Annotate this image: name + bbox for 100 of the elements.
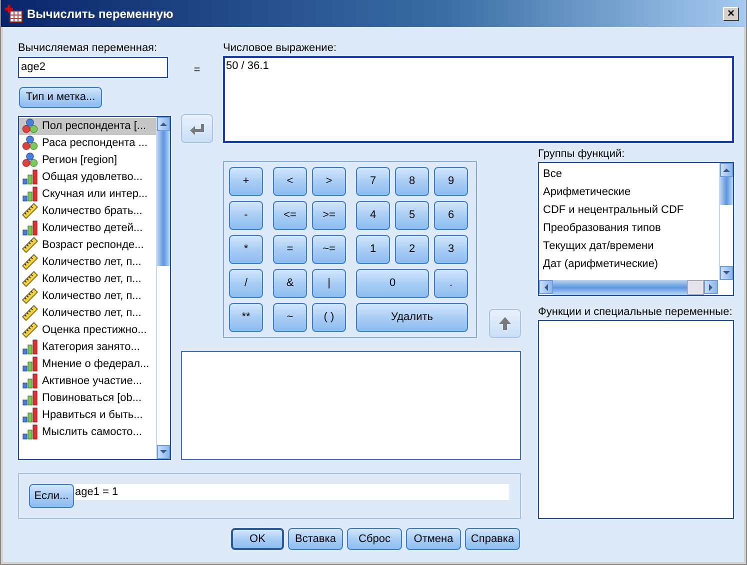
scroll-thumb[interactable]	[720, 177, 733, 205]
scroll-thumb[interactable]	[687, 280, 704, 295]
keypad-button[interactable]: .	[434, 269, 468, 298]
keypad-button[interactable]: 2	[395, 235, 429, 264]
keypad-button[interactable]: ( )	[312, 303, 346, 332]
function-group-item[interactable]: CDF и нецентральный CDF	[539, 201, 719, 219]
ordinal-bars-icon	[22, 339, 38, 355]
keypad-button[interactable]: +	[229, 167, 263, 196]
scroll-thumb[interactable]	[157, 130, 170, 266]
close-button[interactable]: ×	[723, 6, 739, 20]
ruler-icon	[22, 203, 38, 219]
scroll-left-icon	[543, 282, 549, 292]
ordinal-bars-icon	[22, 373, 38, 389]
function-group-item[interactable]: Преобразования типов	[539, 219, 719, 237]
horizontal-scroll-bar[interactable]	[539, 280, 718, 295]
variable-item[interactable]: Количество лет, п...	[19, 270, 156, 288]
variable-item[interactable]: Общая удовлетво...	[19, 168, 156, 186]
variable-item[interactable]: Раса респондента ...	[19, 134, 156, 152]
keypad-button[interactable]: Удалить	[356, 303, 468, 332]
ordinal-bars-icon	[22, 356, 38, 372]
keypad-button[interactable]: =	[273, 235, 307, 264]
variable-item[interactable]: Количество лет, п...	[19, 254, 156, 270]
keypad-button[interactable]: 9	[434, 167, 468, 196]
variable-item[interactable]: Количество брать...	[19, 202, 156, 220]
scroll-bar[interactable]	[719, 163, 733, 280]
dialog-button[interactable]: Сброс	[347, 528, 402, 550]
variable-item[interactable]: Нравиться и быть...	[19, 406, 156, 424]
keypad-button[interactable]: |	[312, 269, 346, 298]
dialog-button[interactable]: Отмена	[406, 528, 461, 550]
ordinal-bars-icon	[22, 220, 38, 236]
variable-item[interactable]: Пол респондента [...	[19, 118, 156, 134]
dialog-button[interactable]: Справка	[465, 528, 520, 550]
keypad-button[interactable]: **	[229, 303, 263, 332]
keypad-button[interactable]: >	[312, 167, 346, 196]
ordinal-bars-icon	[22, 186, 38, 202]
variable-item[interactable]: Мыслить самосто...	[19, 424, 156, 440]
ruler-icon	[22, 322, 38, 338]
keypad-button[interactable]: 1	[356, 235, 390, 264]
function-group-item[interactable]: Все	[539, 165, 719, 183]
condition-field[interactable]: age1 = 1	[74, 484, 509, 500]
scroll-bar[interactable]	[156, 116, 170, 459]
expression-field[interactable]: 50 / 36.1	[223, 56, 734, 143]
keypad-button[interactable]: &	[273, 269, 307, 298]
type-label-button[interactable]: Тип и метка...	[19, 86, 102, 108]
keypad-button[interactable]: ~=	[312, 235, 346, 264]
up-arrow-icon	[497, 316, 513, 332]
variable-item[interactable]: Количество детей...	[19, 220, 156, 236]
keypad-button[interactable]: 5	[395, 201, 429, 230]
variable-item[interactable]: Возраст респонде...	[19, 236, 156, 254]
scroll-up-icon	[722, 167, 731, 173]
ordinal-bars-icon	[22, 390, 38, 406]
ruler-icon	[22, 254, 38, 270]
variable-item[interactable]: Оценка престижно...	[19, 322, 156, 338]
variable-item[interactable]: Категория занято...	[19, 338, 156, 356]
keypad-button[interactable]: >=	[312, 201, 346, 230]
keypad-button[interactable]: <=	[273, 201, 307, 230]
variable-item[interactable]: Повиноваться [ob...	[19, 390, 156, 406]
keypad-button[interactable]: 8	[395, 167, 429, 196]
dialog-button[interactable]: OK	[231, 528, 284, 550]
variable-item[interactable]: Количество лет, п...	[19, 304, 156, 322]
variable-item[interactable]: Регион [region]	[19, 152, 156, 168]
variable-item[interactable]: Количество лет, п...	[19, 288, 156, 304]
variable-name-field[interactable]: age2	[18, 56, 168, 78]
nominal-circles-icon	[22, 118, 38, 134]
ruler-icon	[22, 237, 38, 253]
keypad-button[interactable]: -	[229, 201, 263, 230]
move-button[interactable]	[181, 114, 213, 143]
move-up-button[interactable]	[489, 309, 521, 338]
scroll-down-icon	[722, 270, 731, 276]
ruler-icon	[22, 271, 38, 287]
keypad-button[interactable]: *	[229, 235, 263, 264]
list-label: Группы функций:	[538, 147, 626, 162]
window-title: Вычислить переменную	[27, 6, 174, 22]
variable-item[interactable]: Активное участие...	[19, 372, 156, 390]
keypad-button[interactable]: ~	[273, 303, 307, 332]
field-label: Вычисляемая переменная:	[18, 41, 158, 56]
keypad-button[interactable]: 4	[356, 201, 390, 230]
dialog-button[interactable]: Вставка	[288, 528, 343, 550]
ordinal-bars-icon	[22, 424, 38, 440]
function-group-item[interactable]: Арифметические	[539, 183, 719, 201]
field-label: Числовое выражение:	[223, 41, 338, 56]
keypad-button[interactable]: /	[229, 269, 263, 298]
calculator-table-icon	[5, 4, 23, 22]
ordinal-bars-icon	[22, 407, 38, 423]
keypad-button[interactable]: 7	[356, 167, 390, 196]
ruler-icon	[22, 305, 38, 321]
nominal-circles-icon	[22, 135, 38, 151]
scroll-down-icon	[159, 449, 168, 455]
function-group-item[interactable]: Дат (арифметические)	[539, 255, 719, 273]
keypad-button[interactable]: 6	[434, 201, 468, 230]
scroll-up-icon	[159, 120, 168, 126]
function-group-item[interactable]: Текущих дат/времени	[539, 237, 719, 255]
variable-item[interactable]: Мнение о федерал...	[19, 356, 156, 372]
scroll-right-icon	[708, 282, 714, 292]
if-button[interactable]: Если...	[29, 484, 74, 508]
keypad-button[interactable]: <	[273, 167, 307, 196]
variable-item[interactable]: Скучная или интер...	[19, 186, 156, 202]
keypad-button[interactable]: 3	[434, 235, 468, 264]
keypad-button[interactable]: 0	[356, 269, 429, 298]
list-label: Функции и специальные переменные:	[538, 305, 734, 320]
